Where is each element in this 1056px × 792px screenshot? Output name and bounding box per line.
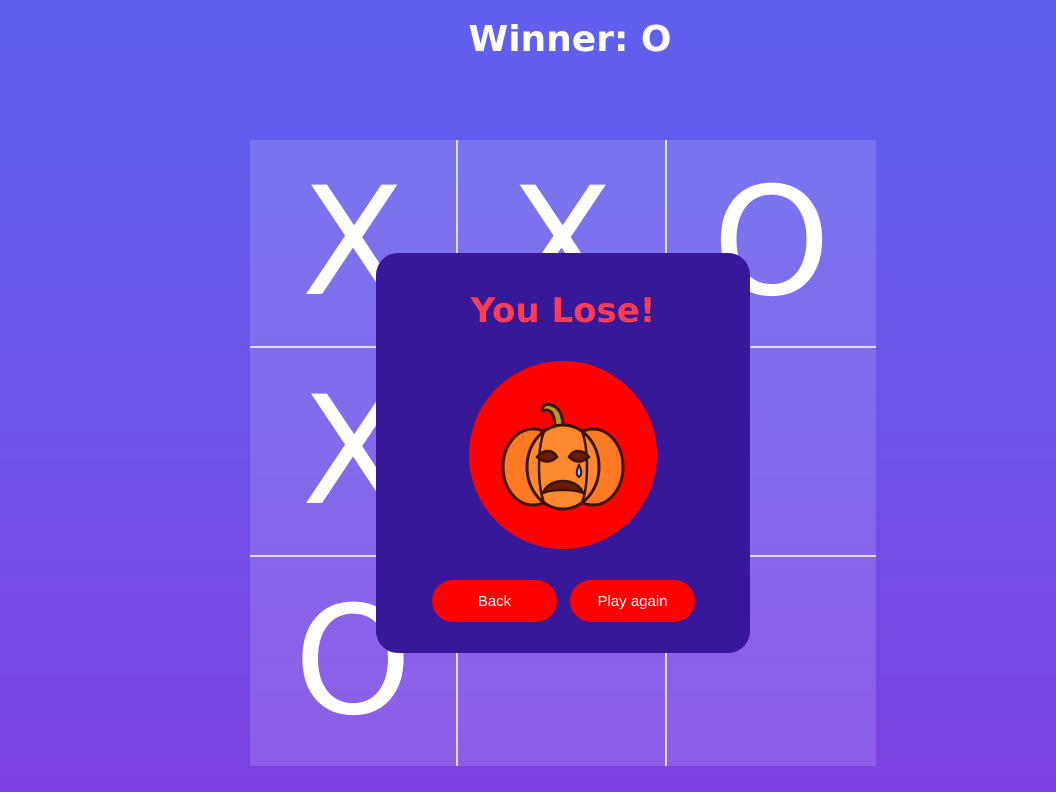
result-title: You Lose!	[470, 291, 656, 331]
result-modal: You Lose! Back Play again	[376, 253, 750, 653]
winner-title: Winner: O	[468, 19, 672, 60]
result-emoji-badge	[469, 361, 657, 549]
back-button[interactable]: Back	[432, 580, 557, 622]
crying-pumpkin-icon	[501, 403, 625, 511]
play-again-button[interactable]: Play again	[570, 580, 695, 622]
